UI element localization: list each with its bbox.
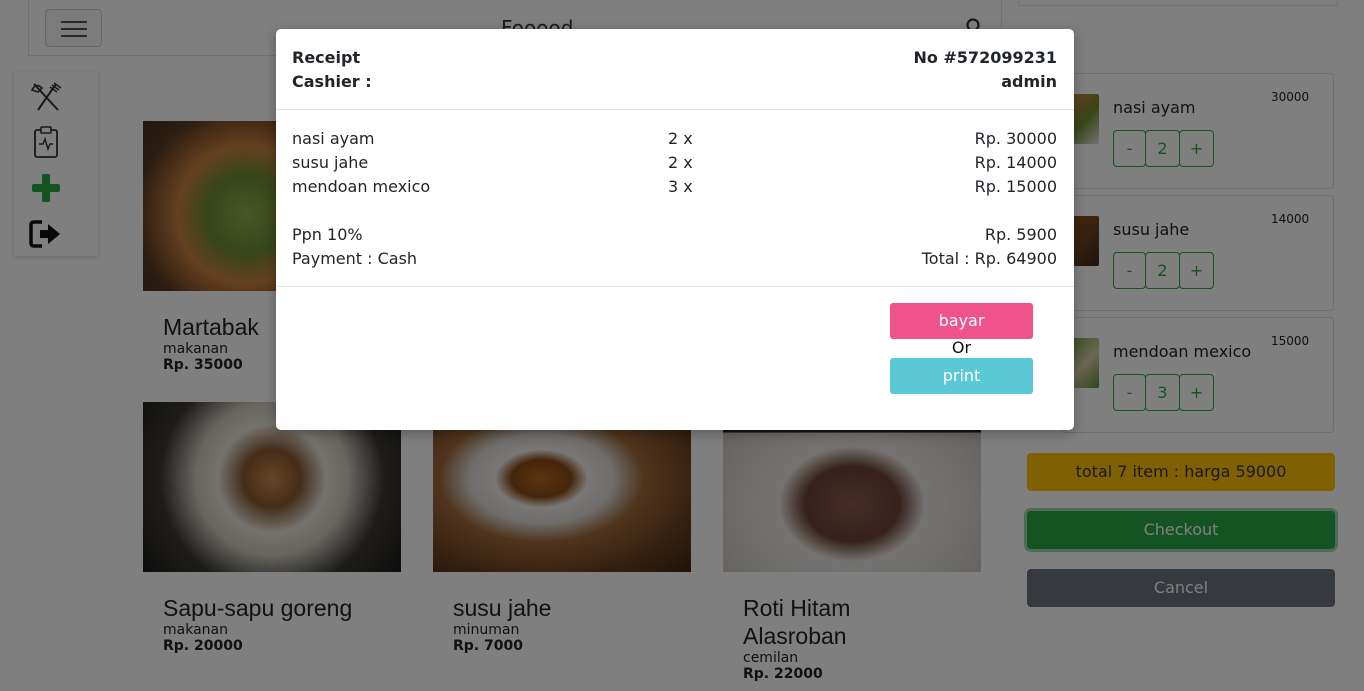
- receipt-line-amount: Rp. 30000: [974, 129, 1057, 148]
- receipt-number: No #572099231: [913, 48, 1057, 67]
- receipt-footer-divider: [276, 286, 1074, 287]
- receipt-line-qty: 3 x: [668, 177, 693, 196]
- receipt-line-qty: 2 x: [668, 153, 693, 172]
- pay-button[interactable]: bayar: [890, 303, 1033, 339]
- receipt-line-qty: 2 x: [668, 129, 693, 148]
- receipt-line-name: nasi ayam: [292, 129, 375, 148]
- receipt-line-name: mendoan mexico: [292, 177, 431, 196]
- receipt-line-name: susu jahe: [292, 153, 369, 172]
- receipt-title: Receipt: [292, 48, 361, 67]
- receipt-total: Total : Rp. 64900: [921, 249, 1057, 268]
- or-separator: Or: [951, 338, 972, 357]
- receipt-line-amount: Rp. 14000: [974, 153, 1057, 172]
- cashier-label: Cashier :: [292, 72, 372, 91]
- print-button[interactable]: print: [890, 358, 1033, 394]
- cashier-name: admin: [1001, 72, 1057, 91]
- receipt-modal: Receipt No #572099231 Cashier : admin na…: [276, 29, 1074, 430]
- receipt-line-amount: Rp. 15000: [974, 177, 1057, 196]
- payment-method: Payment : Cash: [292, 249, 418, 268]
- tax-label: Ppn 10%: [292, 225, 363, 244]
- tax-amount: Rp. 5900: [984, 225, 1057, 244]
